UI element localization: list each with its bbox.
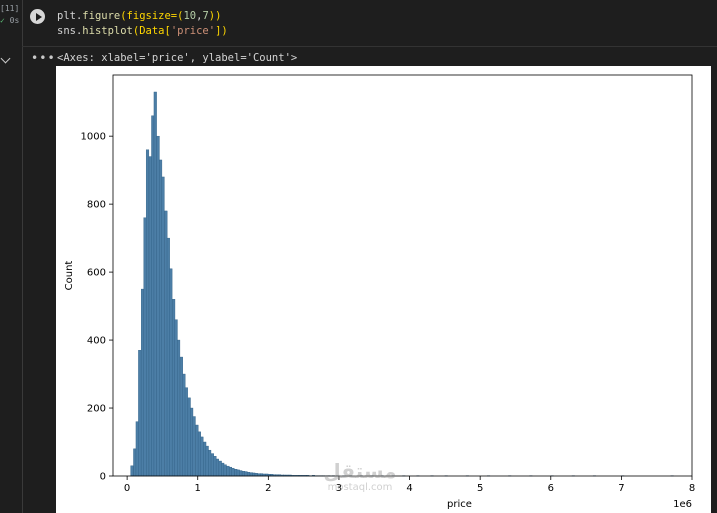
watermark-arabic: مستقل: [323, 459, 397, 483]
code-token: 'price': [170, 25, 216, 37]
output-menu-icon[interactable]: •••: [31, 51, 56, 65]
histogram-bar: [187, 397, 191, 477]
histogram-bar: [228, 466, 233, 477]
histogram-bar: [223, 464, 227, 477]
histogram-bar: [133, 448, 137, 477]
x-tick-label: 5: [477, 483, 483, 494]
histogram-bar: [244, 471, 248, 477]
histogram-bar: [141, 288, 145, 477]
code-token: histplot: [82, 25, 133, 37]
histogram-bar: [190, 407, 194, 477]
x-offset-label: 1e6: [673, 499, 692, 510]
histogram-bar: [135, 421, 139, 477]
code-line-1: plt.figure(figsize=(10,7)): [57, 10, 221, 22]
checkmark-icon: ✓: [0, 16, 5, 25]
histogram-bar: [195, 424, 199, 477]
histogram-bar: [164, 210, 168, 477]
histogram-bar: [143, 217, 147, 477]
histogram-bar: [179, 356, 183, 477]
x-tick-label: 6: [548, 483, 554, 494]
y-axis-label: Count: [64, 261, 75, 291]
play-icon: [35, 12, 42, 21]
histogram-bar: [239, 470, 243, 477]
chevron-down-icon[interactable]: [0, 53, 11, 64]
histogram-bar: [161, 176, 165, 477]
histogram-bar: [226, 465, 230, 477]
histogram-bar: [151, 115, 155, 477]
code-token: sns.: [57, 25, 83, 37]
x-tick-label: 7: [618, 483, 624, 494]
histogram-bar: [159, 159, 163, 477]
histogram-bar: [246, 472, 251, 477]
histogram-bar: [138, 350, 142, 477]
y-tick-label: 200: [87, 404, 106, 415]
x-tick-label: 8: [689, 483, 695, 494]
histogram-bar: [156, 135, 160, 477]
code-token: figure: [82, 10, 121, 22]
histogram-bar: [234, 469, 238, 477]
histogram-bar: [254, 473, 258, 477]
execution-time: 0s: [9, 16, 20, 25]
watermark: مستقل mostaql.com: [310, 460, 410, 493]
histogram-bar: [242, 471, 246, 477]
histogram-bar: [166, 237, 170, 477]
cell-gutter-divider: [22, 0, 23, 513]
histogram-bar: [197, 431, 201, 477]
histogram-bar: [184, 387, 188, 477]
code-editor[interactable]: plt.figure(figsize=(10,7)) sns.histplot(…: [57, 9, 228, 39]
histogram-bar: [252, 472, 256, 477]
run-cell-button[interactable]: [30, 9, 45, 24]
histogram-bar: [130, 465, 134, 477]
histogram-bar: [249, 472, 253, 477]
cell-output-divider: [22, 46, 717, 47]
code-token: (Data[: [132, 25, 171, 37]
code-token: plt.: [57, 10, 83, 22]
code-token: 10: [183, 10, 197, 22]
histogram-bar: [145, 149, 150, 477]
histogram-bar: [169, 268, 173, 477]
code-token: )): [208, 10, 222, 22]
histogram-bar: [177, 339, 181, 477]
histogram-bar: [200, 436, 204, 477]
histogram-bar: [192, 416, 196, 477]
histogram-bar: [236, 469, 240, 477]
x-tick-label: 2: [265, 483, 271, 494]
code-token: (figsize=(: [120, 10, 184, 22]
x-tick-label: 1: [195, 483, 201, 494]
histogram-bar: [203, 441, 207, 477]
histogram-bar: [174, 319, 178, 477]
y-tick-label: 1000: [81, 132, 106, 143]
histogram-svg: 0 1 2 3 4 5 6 7 802004006008001000priceCount1e6: [64, 74, 695, 510]
histogram-bar: [208, 449, 212, 477]
output-text: <Axes: xlabel='price', ylabel='Count'>: [57, 52, 298, 64]
execution-status: ✓ 0s: [0, 16, 19, 26]
x-tick-label: 0: [124, 483, 130, 494]
execution-count: [11]: [0, 4, 20, 13]
histogram-bar: [210, 453, 214, 477]
y-tick-label: 800: [87, 200, 106, 211]
code-line-2: sns.histplot(Data['price']): [57, 25, 228, 37]
axes-frame: [112, 74, 693, 477]
code-token: ]): [215, 25, 228, 37]
histogram-bar: [153, 91, 157, 477]
watermark-latin: mostaql.com: [327, 482, 393, 493]
histogram-bar: [231, 467, 235, 477]
histogram-bar: [205, 445, 209, 477]
histogram-bar: [172, 299, 176, 477]
y-tick-label: 0: [100, 472, 106, 483]
histogram-bar: [213, 456, 217, 477]
y-tick-label: 400: [87, 336, 106, 347]
histogram-bar: [148, 156, 152, 477]
x-axis-label: price: [447, 499, 472, 510]
histogram-bar: [182, 373, 186, 477]
histogram-bar: [218, 460, 222, 477]
histogram-plot: 0 1 2 3 4 5 6 7 8 0 200 400 600 800 1000 price Count 1e6: [56, 66, 711, 513]
histogram-bar: [221, 462, 225, 477]
y-tick-label: 600: [87, 268, 106, 279]
histogram-bar: [215, 458, 219, 477]
